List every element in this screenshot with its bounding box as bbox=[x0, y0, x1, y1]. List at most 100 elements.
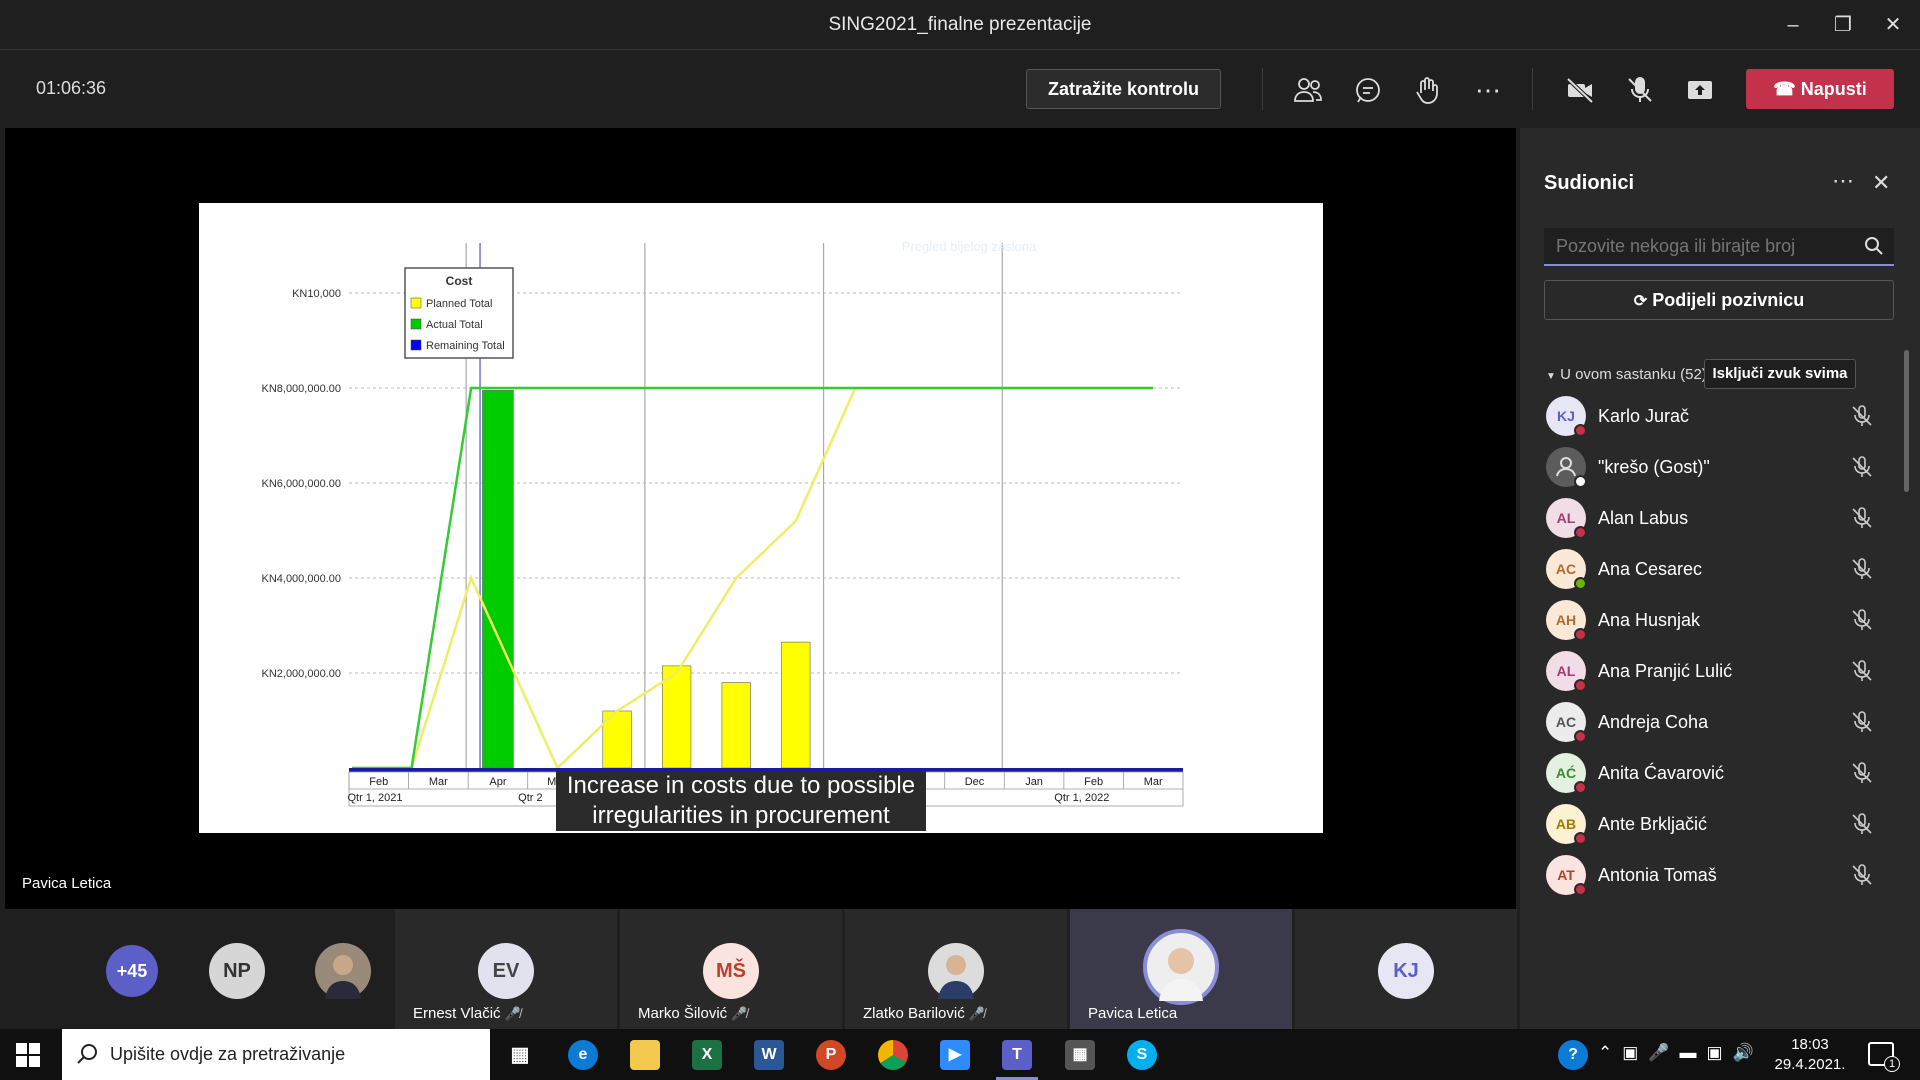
tray-icons[interactable]: ⌃▣🎤▬▣🔊 bbox=[1598, 1043, 1764, 1063]
word-icon[interactable]: W bbox=[754, 1040, 784, 1070]
more-options-icon[interactable]: ⋯ bbox=[1470, 72, 1506, 108]
clock-time: 18:03 bbox=[1791, 1036, 1829, 1053]
hang-up-icon: ☎ bbox=[1773, 79, 1796, 99]
muted-mic-icon[interactable] bbox=[1850, 659, 1874, 683]
leave-button[interactable]: ☎ Napusti bbox=[1746, 69, 1894, 109]
x-tick-label: Mar bbox=[429, 776, 448, 788]
taskbar-search[interactable]: Upišite ovdje za pretraživanje bbox=[62, 1029, 490, 1080]
tile-name: Zlatko Barilović 🎤̸ bbox=[863, 1005, 986, 1022]
search-icon[interactable] bbox=[1864, 236, 1884, 261]
muted-mic-icon[interactable] bbox=[1850, 710, 1874, 734]
caption-line-2: irregularities in procurement bbox=[592, 802, 890, 829]
participant-tile[interactable]: MŠ Marko Šilović 🎤̸ bbox=[620, 909, 842, 1029]
notifications-count: 1 bbox=[1884, 1056, 1900, 1072]
minimize-icon[interactable]: – bbox=[1778, 10, 1808, 40]
overflow-avatar[interactable]: +45 bbox=[106, 945, 158, 997]
panel-more-icon[interactable]: ⋯ bbox=[1832, 168, 1854, 194]
presence-status-icon bbox=[1574, 424, 1587, 437]
calculator-icon[interactable]: ▦ bbox=[1065, 1040, 1095, 1070]
skype-icon[interactable]: S bbox=[1127, 1040, 1157, 1070]
presence-status-icon bbox=[1574, 883, 1587, 896]
restore-icon[interactable]: ❐ bbox=[1828, 10, 1858, 40]
muted-mic-icon: 🎤̸ bbox=[968, 1006, 986, 1021]
people-icon[interactable] bbox=[1290, 72, 1326, 108]
notifications-icon[interactable]: 1 bbox=[1868, 1042, 1900, 1072]
tile-name: Pavica Letica bbox=[1088, 1005, 1178, 1022]
windows-start-icon[interactable] bbox=[14, 1041, 42, 1069]
caption-line-1: Increase in costs due to possible bbox=[566, 772, 916, 799]
participant-row[interactable]: "krešo (Gost)" bbox=[1520, 443, 1910, 494]
share-invite-button[interactable]: ⟳ Podijeli pozivnicu bbox=[1544, 280, 1894, 320]
participant-row[interactable]: AT Antonia Tomaš bbox=[1520, 851, 1910, 902]
chat-icon[interactable] bbox=[1350, 72, 1386, 108]
bar-actual-total bbox=[482, 390, 514, 769]
shared-content-stage: KN2,000,000.00 KN4,000,000.00 KN6,000,000.… bbox=[5, 128, 1516, 909]
muted-mic-icon[interactable] bbox=[1850, 608, 1874, 632]
leave-label: Napusti bbox=[1800, 79, 1867, 99]
muted-mic-icon[interactable] bbox=[1850, 761, 1874, 785]
participant-row[interactable]: AH Ana Husnjak bbox=[1520, 596, 1910, 647]
avatar-np[interactable]: NP bbox=[209, 943, 265, 999]
file-explorer-icon[interactable] bbox=[630, 1040, 660, 1070]
share-screen-icon[interactable] bbox=[1682, 72, 1718, 108]
help-icon[interactable]: ? bbox=[1558, 1040, 1588, 1070]
powerpoint-icon[interactable]: P bbox=[816, 1040, 846, 1070]
participant-tile[interactable]: KJ bbox=[1295, 909, 1517, 1029]
task-view-icon[interactable]: ▦ bbox=[505, 1040, 535, 1070]
muted-mic-icon[interactable] bbox=[1850, 812, 1874, 836]
x-tick-label: Feb bbox=[369, 776, 388, 788]
participant-row[interactable]: AĆ Anita Ćavarović bbox=[1520, 749, 1910, 800]
mute-all-button[interactable]: Isključi zvuk svima bbox=[1704, 359, 1856, 389]
slide-watermark: Pregled bijelog zaslona bbox=[901, 239, 1037, 254]
presence-status-icon bbox=[1574, 577, 1587, 590]
close-window-icon[interactable]: ✕ bbox=[1878, 10, 1908, 40]
in-meeting-section[interactable]: ▼ U ovom sastanku (52) bbox=[1546, 366, 1707, 383]
muted-mic-icon[interactable] bbox=[1850, 404, 1874, 428]
taskbar-clock[interactable]: 18:03 29.4.2021. bbox=[1770, 1035, 1850, 1075]
section-label-text: U ovom sastanku (52) bbox=[1560, 366, 1707, 383]
participant-row[interactable]: AL Ana Pranjić Lulić bbox=[1520, 647, 1910, 698]
zoom-icon[interactable]: ▶ bbox=[940, 1040, 970, 1070]
y-tick-label: KN8,000,000.00 bbox=[261, 383, 341, 395]
quarter-label: Qtr 1, 2022 bbox=[1054, 792, 1109, 804]
quarter-label: Qtr 1, 2021 bbox=[347, 792, 402, 804]
participant-row[interactable]: AB Ante Brkljačić bbox=[1520, 800, 1910, 851]
chrome-icon[interactable] bbox=[878, 1040, 908, 1070]
request-control-button[interactable]: Zatražite kontrolu bbox=[1026, 69, 1221, 109]
participant-name: Ana Husnjak bbox=[1598, 610, 1701, 630]
participants-panel: Sudionici ⋯ ✕ ⟳ Podijeli pozivnicu ▼ U o… bbox=[1520, 128, 1920, 1029]
tile-name: Marko Šilović 🎤̸ bbox=[638, 1005, 748, 1022]
participant-tile-presenter[interactable]: Pavica Letica bbox=[1070, 909, 1292, 1029]
participant-row[interactable]: AC Andreja Coha bbox=[1520, 698, 1910, 749]
window-title: SING2021_finalne prezentacije bbox=[828, 14, 1092, 35]
invite-search-input[interactable] bbox=[1544, 228, 1894, 266]
edge-icon[interactable]: e bbox=[568, 1040, 598, 1070]
avatar-photo[interactable] bbox=[315, 943, 371, 999]
close-panel-icon[interactable]: ✕ bbox=[1872, 170, 1890, 196]
participant-row[interactable]: KJ Karlo Jurač bbox=[1520, 392, 1910, 443]
participant-tile[interactable]: Zlatko Barilović 🎤̸ bbox=[845, 909, 1067, 1029]
mic-off-icon[interactable] bbox=[1622, 72, 1658, 108]
muted-mic-icon[interactable] bbox=[1850, 863, 1874, 887]
presence-status-icon bbox=[1574, 730, 1587, 743]
share-icon: ⟳ bbox=[1633, 293, 1648, 310]
legend-title: Cost bbox=[446, 274, 473, 288]
muted-mic-icon[interactable] bbox=[1850, 455, 1874, 479]
muted-mic-icon[interactable] bbox=[1850, 506, 1874, 530]
panel-scrollbar[interactable] bbox=[1904, 350, 1909, 492]
participant-row[interactable]: AL Alan Labus bbox=[1520, 494, 1910, 545]
excel-icon[interactable]: X bbox=[692, 1040, 722, 1070]
participant-row[interactable]: AC Ana Cesarec bbox=[1520, 545, 1910, 596]
participant-name: Antonia Tomaš bbox=[1598, 865, 1717, 885]
participant-tile[interactable]: EV Ernest Vlačić 🎤̸ bbox=[395, 909, 617, 1029]
y-tick-label: KN4,000,000.00 bbox=[261, 573, 341, 585]
x-tick-label: Dec bbox=[965, 776, 985, 788]
teams-icon[interactable]: T bbox=[1002, 1040, 1032, 1070]
bar-planned-total bbox=[781, 641, 811, 769]
camera-off-icon[interactable] bbox=[1562, 72, 1598, 108]
raise-hand-icon[interactable] bbox=[1410, 72, 1446, 108]
muted-mic-icon[interactable] bbox=[1850, 557, 1874, 581]
search-icon bbox=[76, 1043, 98, 1070]
legend-swatch bbox=[410, 297, 422, 309]
participant-name: Ana Pranjić Lulić bbox=[1598, 661, 1733, 681]
